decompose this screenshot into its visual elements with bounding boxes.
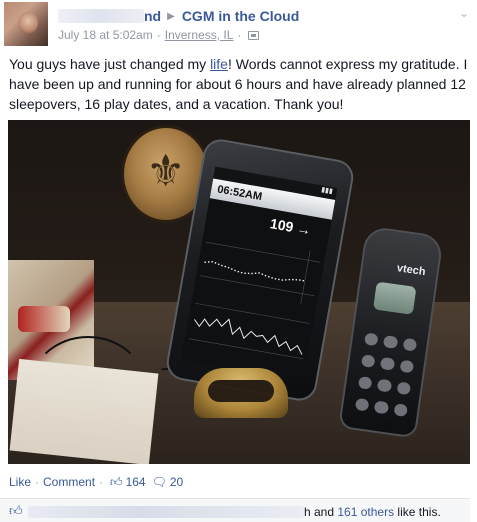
comment-link[interactable]: Comment [43, 475, 95, 489]
chevron-down-icon[interactable]: ⌄ [459, 6, 469, 20]
post-location[interactable]: Inverness, IL [165, 28, 234, 42]
author-avatar[interactable] [4, 2, 48, 46]
tablet-history-chart [188, 302, 310, 360]
post-body: You guys have just changed my life! Word… [9, 54, 471, 114]
triangle-right-icon: ▶ [167, 10, 175, 22]
post-photo[interactable]: ▮▮▮ 06:52AM 109 → vtech [8, 120, 470, 464]
likes-others-link[interactable]: 161 others [337, 505, 394, 519]
tablet-trend-chart [200, 241, 321, 304]
post-meta: July 18 at 5:02am · Inverness, IL · [58, 28, 260, 42]
audience-icon[interactable] [248, 30, 260, 40]
post-actions: Like · Comment · 👍︎ 164 🗨︎ 20 [9, 474, 183, 490]
action-separator: · [99, 475, 104, 489]
author-name-suffix[interactable]: nd [144, 8, 161, 24]
tablet-glucose-value: 109 → [268, 215, 313, 239]
tablet-screen: ▮▮▮ 06:52AM 109 → [181, 166, 338, 382]
meta-separator: · [237, 28, 242, 42]
like-count[interactable]: 164 [126, 475, 146, 489]
post-text-start: You guys have just changed my [9, 56, 211, 72]
post-text-link[interactable]: life [210, 56, 228, 72]
group-link[interactable]: CGM in the Cloud [182, 8, 299, 24]
thumbs-up-icon[interactable]: 👍︎ [110, 475, 123, 490]
meta-separator: · [156, 28, 161, 42]
likes-text: h and 161 others like this. [304, 505, 441, 519]
post-timestamp[interactable]: July 18 at 5:02am [58, 28, 153, 42]
likes-tail: like this. [394, 505, 441, 519]
action-separator: · [35, 475, 40, 489]
likes-name-suffix: h and [304, 505, 338, 519]
comment-bubble-icon[interactable]: 🗨︎ [152, 475, 167, 489]
feed-post: nd ▶ CGM in the Cloud July 18 at 5:02am … [0, 0, 477, 522]
thumbs-up-icon: 👍︎ [9, 504, 23, 519]
likes-summary: 👍︎ h and 161 others like this. [0, 498, 470, 522]
liker-names-redacted[interactable] [28, 506, 304, 518]
phone-keypad [354, 332, 418, 420]
post-header: nd ▶ CGM in the Cloud [58, 8, 299, 24]
phone-brand: vtech [396, 262, 427, 279]
author-name-redacted[interactable] [58, 9, 144, 23]
photo-tablet-stand [194, 368, 288, 418]
phone-display [372, 281, 417, 315]
like-link[interactable]: Like [9, 475, 31, 489]
comment-count[interactable]: 20 [170, 475, 183, 489]
